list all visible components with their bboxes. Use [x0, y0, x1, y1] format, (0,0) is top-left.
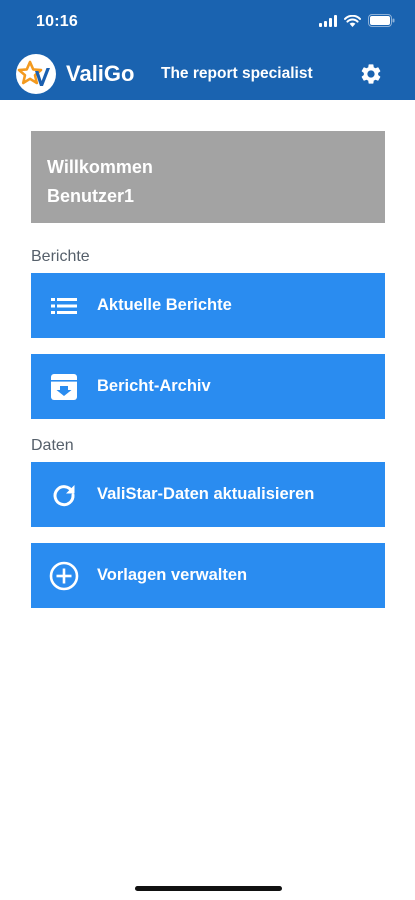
gear-icon [361, 64, 381, 84]
home-indicator[interactable] [135, 886, 282, 891]
welcome-greeting: Willkommen [47, 157, 153, 177]
manage-templates-label: Vorlagen verwalten [97, 566, 248, 584]
update-data-button[interactable]: ValiStar-Daten aktualisieren [31, 462, 385, 527]
current-reports-label: Aktuelle Berichte [97, 296, 232, 314]
refresh-icon [31, 462, 97, 527]
section-label-reports: Berichte [31, 248, 90, 265]
wifi-icon [344, 14, 361, 27]
welcome-username: Benutzer1 [47, 186, 135, 206]
status-icons [319, 14, 395, 27]
app-name: ValiGo [66, 61, 135, 86]
section-label-data: Daten [31, 437, 74, 454]
status-bar: 10:16 [0, 0, 415, 44]
welcome-card: Willkommen Benutzer1 [31, 131, 385, 223]
report-archive-label: Bericht-Archiv [97, 377, 211, 395]
app-bar: ValiGo The report specialist [0, 50, 415, 96]
update-data-label: ValiStar-Daten aktualisieren [97, 485, 315, 503]
battery-icon [368, 14, 395, 27]
app-subtitle: The report specialist [161, 65, 313, 82]
manage-templates-button[interactable]: Vorlagen verwalten [31, 543, 385, 608]
current-reports-button[interactable]: Aktuelle Berichte [31, 273, 385, 338]
status-time: 10:16 [36, 13, 78, 30]
app-header: 10:16 ValiGo The report specialist [0, 0, 415, 100]
valigo-logo-icon [16, 54, 56, 94]
settings-button[interactable] [357, 60, 385, 88]
report-archive-button[interactable]: Bericht-Archiv [31, 354, 385, 419]
signal-icon [319, 14, 337, 27]
archive-icon [31, 354, 97, 419]
add-circle-icon [31, 543, 97, 608]
list-icon [31, 273, 97, 338]
